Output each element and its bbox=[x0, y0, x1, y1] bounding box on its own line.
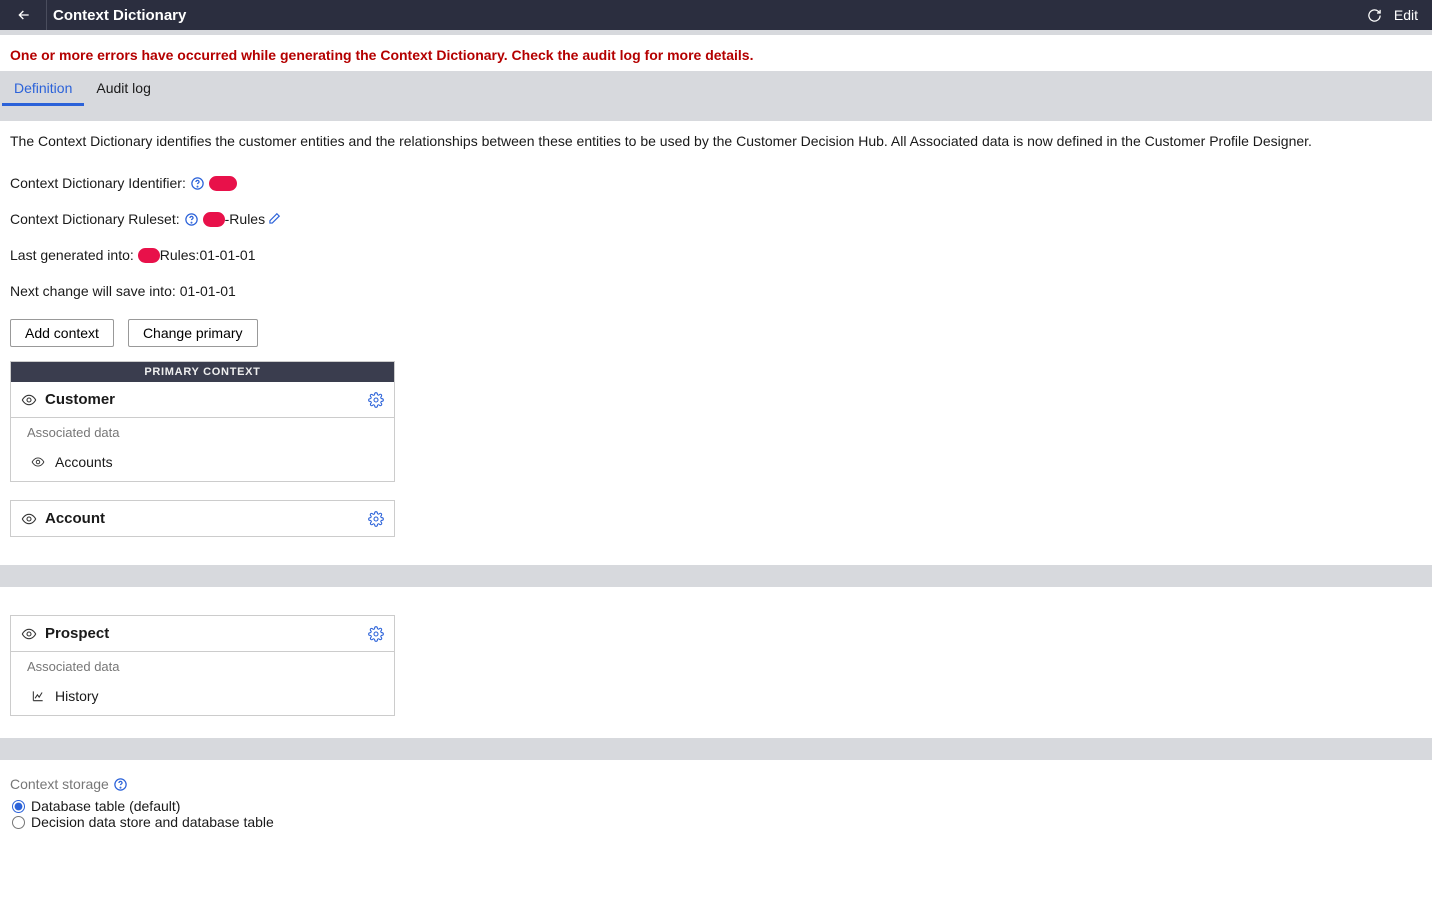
card-settings-button[interactable] bbox=[368, 511, 384, 527]
radio-input[interactable] bbox=[12, 800, 25, 813]
section-divider bbox=[0, 565, 1432, 587]
associated-data-item: Accounts bbox=[11, 447, 394, 481]
storage-option-database[interactable]: Database table (default) bbox=[12, 798, 1422, 814]
separator bbox=[46, 0, 47, 30]
eye-icon bbox=[21, 511, 37, 527]
help-icon[interactable] bbox=[190, 176, 205, 191]
help-icon[interactable] bbox=[113, 777, 128, 792]
next-save-value: 01-01-01 bbox=[180, 283, 236, 299]
refresh-icon bbox=[1367, 8, 1382, 23]
redacted-value bbox=[209, 176, 237, 191]
section-divider bbox=[0, 738, 1432, 760]
radio-label: Decision data store and database table bbox=[31, 814, 274, 830]
associated-data-label: Associated data bbox=[11, 417, 394, 447]
card-title: Customer bbox=[45, 391, 115, 408]
radio-input[interactable] bbox=[12, 816, 25, 829]
card-settings-button[interactable] bbox=[368, 392, 384, 408]
tabs-strip: Definition Audit log bbox=[0, 71, 1432, 121]
field-next-save: Next change will save into: 01-01-01 bbox=[10, 283, 1422, 299]
refresh-button[interactable] bbox=[1363, 4, 1386, 27]
button-row: Add context Change primary bbox=[10, 319, 1422, 347]
card-title: Prospect bbox=[45, 625, 109, 642]
edit-link[interactable]: Edit bbox=[1394, 5, 1420, 25]
pencil-icon bbox=[267, 212, 281, 226]
radio-label: Database table (default) bbox=[31, 798, 180, 814]
field-ruleset: Context Dictionary Ruleset: -Rules bbox=[10, 211, 1422, 227]
associated-item-label: Accounts bbox=[55, 454, 113, 470]
add-context-button[interactable]: Add context bbox=[10, 319, 114, 347]
context-card-prospect: Prospect Associated data History bbox=[10, 615, 395, 716]
associated-item-label: History bbox=[55, 688, 99, 704]
card-settings-button[interactable] bbox=[368, 626, 384, 642]
error-banner: One or more errors have occurred while g… bbox=[0, 35, 1432, 71]
tab-definition[interactable]: Definition bbox=[2, 71, 84, 106]
gear-icon bbox=[368, 626, 384, 642]
ruleset-label: Context Dictionary Ruleset: bbox=[10, 211, 180, 227]
associated-data-item: History bbox=[11, 681, 394, 715]
description-text: The Context Dictionary identifies the cu… bbox=[10, 131, 1422, 151]
app-bar: Context Dictionary Edit bbox=[0, 0, 1432, 30]
field-identifier: Context Dictionary Identifier: bbox=[10, 175, 1422, 191]
edit-ruleset-button[interactable] bbox=[267, 212, 281, 226]
context-card-customer: PRIMARY CONTEXT Customer Associated data… bbox=[10, 361, 395, 482]
field-last-generated: Last generated into: Rules:01-01-01 bbox=[10, 247, 1422, 263]
gear-icon bbox=[368, 392, 384, 408]
card-title: Account bbox=[45, 510, 105, 527]
redacted-value bbox=[138, 248, 160, 263]
arrow-left-icon bbox=[16, 7, 32, 23]
help-icon[interactable] bbox=[184, 212, 199, 227]
storage-label-row: Context storage bbox=[10, 776, 1422, 792]
next-save-label: Next change will save into: bbox=[10, 283, 176, 299]
storage-label: Context storage bbox=[10, 776, 109, 792]
last-gen-label: Last generated into: bbox=[10, 247, 134, 263]
redacted-value bbox=[203, 212, 225, 227]
eye-icon bbox=[21, 626, 37, 642]
eye-icon bbox=[31, 455, 45, 469]
chart-icon bbox=[31, 689, 45, 703]
ruleset-value-suffix: -Rules bbox=[225, 211, 265, 227]
associated-data-label: Associated data bbox=[11, 651, 394, 681]
gear-icon bbox=[368, 511, 384, 527]
back-button[interactable] bbox=[8, 3, 40, 27]
change-primary-button[interactable]: Change primary bbox=[128, 319, 258, 347]
page-title: Context Dictionary bbox=[53, 7, 186, 24]
eye-icon bbox=[21, 392, 37, 408]
storage-option-dds[interactable]: Decision data store and database table bbox=[12, 814, 1422, 830]
tab-audit-log[interactable]: Audit log bbox=[84, 71, 162, 103]
last-gen-value-suffix: Rules:01-01-01 bbox=[160, 247, 256, 263]
context-card-account: Account bbox=[10, 500, 395, 537]
primary-context-header: PRIMARY CONTEXT bbox=[11, 362, 394, 382]
identifier-label: Context Dictionary Identifier: bbox=[10, 175, 186, 191]
